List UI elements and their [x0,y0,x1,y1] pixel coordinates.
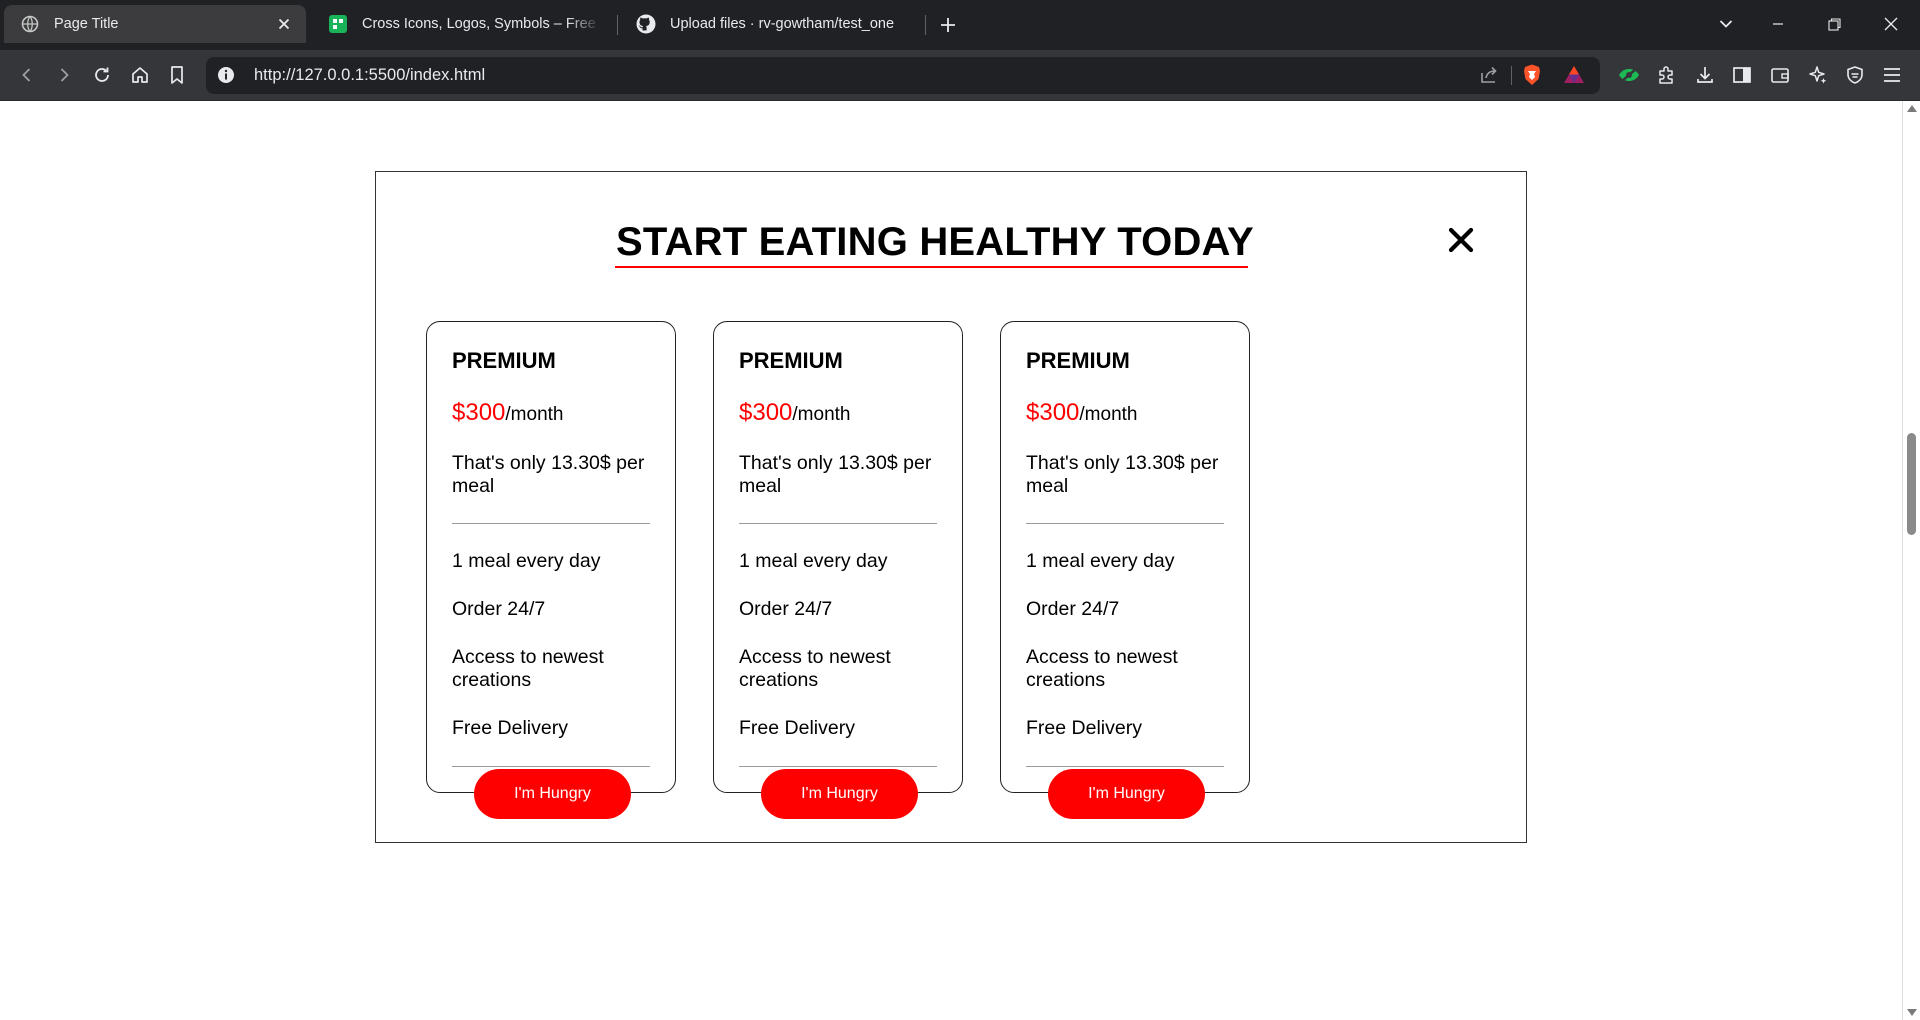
title-underline [615,266,1248,268]
plan-price: $300 [739,399,793,426]
github-icon [636,14,656,34]
leo-ai-icon[interactable] [1803,60,1833,90]
feature-item: Access to newest creations [739,646,891,691]
new-tab-button[interactable] [934,11,962,39]
reload-icon[interactable] [87,60,117,90]
close-tab-icon[interactable] [274,14,294,34]
pricing-card: PREMIUM $300/month That's only 13.30$ pe… [713,321,963,819]
feature-item: Access to newest creations [1026,646,1178,691]
address-bar[interactable]: http://127.0.0.1:5500/index.html [206,57,1600,94]
per-meal-text: That's only 13.30$ per meal [1026,452,1219,497]
feature-item: Free Delivery [1026,717,1142,739]
close-icon[interactable] [1441,220,1481,260]
divider [739,523,937,524]
im-hungry-button[interactable]: I'm Hungry [1048,769,1205,819]
site-info-icon[interactable] [216,65,236,85]
feature-item: Free Delivery [739,717,855,739]
tab-title: Upload files · rv-gowtham/test_one [670,16,895,32]
scroll-up-arrow-icon[interactable] [1907,105,1917,112]
plan-price: $300 [452,399,506,426]
scrollbar-thumb[interactable] [1907,433,1916,535]
browser-toolbar: http://127.0.0.1:5500/index.html [0,50,1920,101]
price-period: /month [1079,404,1138,425]
scroll-down-arrow-icon[interactable] [1907,1009,1917,1016]
price-period: /month [792,404,851,425]
divider [739,766,937,767]
divider [1026,523,1224,524]
feature-item: Access to newest creations [452,646,604,691]
im-hungry-button[interactable]: I'm Hungry [474,769,631,819]
extensions-icon[interactable] [1652,60,1682,90]
tab-divider [925,15,926,35]
divider [452,523,650,524]
share-icon[interactable] [1478,64,1500,86]
plan-name: PREMIUM [1026,348,1130,373]
plan-name: PREMIUM [452,348,556,373]
feature-item: 1 meal every day [739,550,888,572]
tab-title: Cross Icons, Logos, Symbols – Free Do [362,16,602,32]
tab-strip: Page Title Cross Icons, Logos, Symbols –… [0,0,1920,50]
divider [452,766,650,767]
price-row: $300/month [452,399,563,427]
price-row: $300/month [1026,399,1137,427]
site-favicon-icon [328,14,348,34]
brave-shields-icon[interactable] [1520,63,1544,87]
feature-item: Order 24/7 [1026,598,1120,620]
plan-price: $300 [1026,399,1080,426]
globe-icon [20,14,40,34]
tab-upload-files[interactable]: Upload files · rv-gowtham/test_one [620,5,922,43]
pricing-card: PREMIUM $300/month That's only 13.30$ pe… [426,321,676,819]
modal-title: START EATING HEALTHY TODAY [616,220,1254,264]
im-hungry-button[interactable]: I'm Hungry [761,769,918,819]
pricing-card: PREMIUM $300/month That's only 13.30$ pe… [1000,321,1250,819]
forward-icon[interactable] [49,60,79,90]
price-period: /month [505,404,564,425]
sidebar-icon[interactable] [1727,60,1757,90]
minimize-icon[interactable] [1758,8,1798,40]
feature-item: Order 24/7 [452,598,546,620]
per-meal-text: That's only 13.30$ per meal [452,452,645,497]
tab-title: Page Title [54,16,119,32]
vpn-eye-icon[interactable] [1614,60,1644,90]
bookmark-icon[interactable] [162,60,192,90]
close-window-icon[interactable] [1871,8,1911,40]
plan-name: PREMIUM [739,348,843,373]
back-icon[interactable] [12,60,42,90]
divider [1026,766,1224,767]
brave-rewards-icon[interactable] [1562,63,1586,87]
per-meal-text: That's only 13.30$ per meal [739,452,932,497]
vertical-scrollbar[interactable] [1902,101,1920,1020]
tab-search-icon[interactable] [1706,8,1746,40]
page-viewport: START EATING HEALTHY TODAY PREMIUM $300/… [0,101,1902,1020]
menu-icon[interactable] [1877,60,1907,90]
feature-item: Free Delivery [452,717,568,739]
download-icon[interactable] [1690,60,1720,90]
tab-page-title[interactable]: Page Title [4,5,306,43]
url-text: http://127.0.0.1:5500/index.html [254,66,486,84]
feature-item: 1 meal every day [452,550,601,572]
home-icon[interactable] [125,60,155,90]
price-row: $300/month [739,399,850,427]
tab-cross-icons[interactable]: Cross Icons, Logos, Symbols – Free Do [312,5,614,43]
restore-icon[interactable] [1814,8,1854,40]
feature-item: Order 24/7 [739,598,833,620]
omnibox-divider [1511,66,1512,85]
pricing-modal: START EATING HEALTHY TODAY PREMIUM $300/… [375,171,1527,843]
tab-divider [617,15,618,35]
wallet-icon[interactable] [1765,60,1795,90]
feature-item: 1 meal every day [1026,550,1175,572]
vpn-shield-icon[interactable] [1840,60,1870,90]
